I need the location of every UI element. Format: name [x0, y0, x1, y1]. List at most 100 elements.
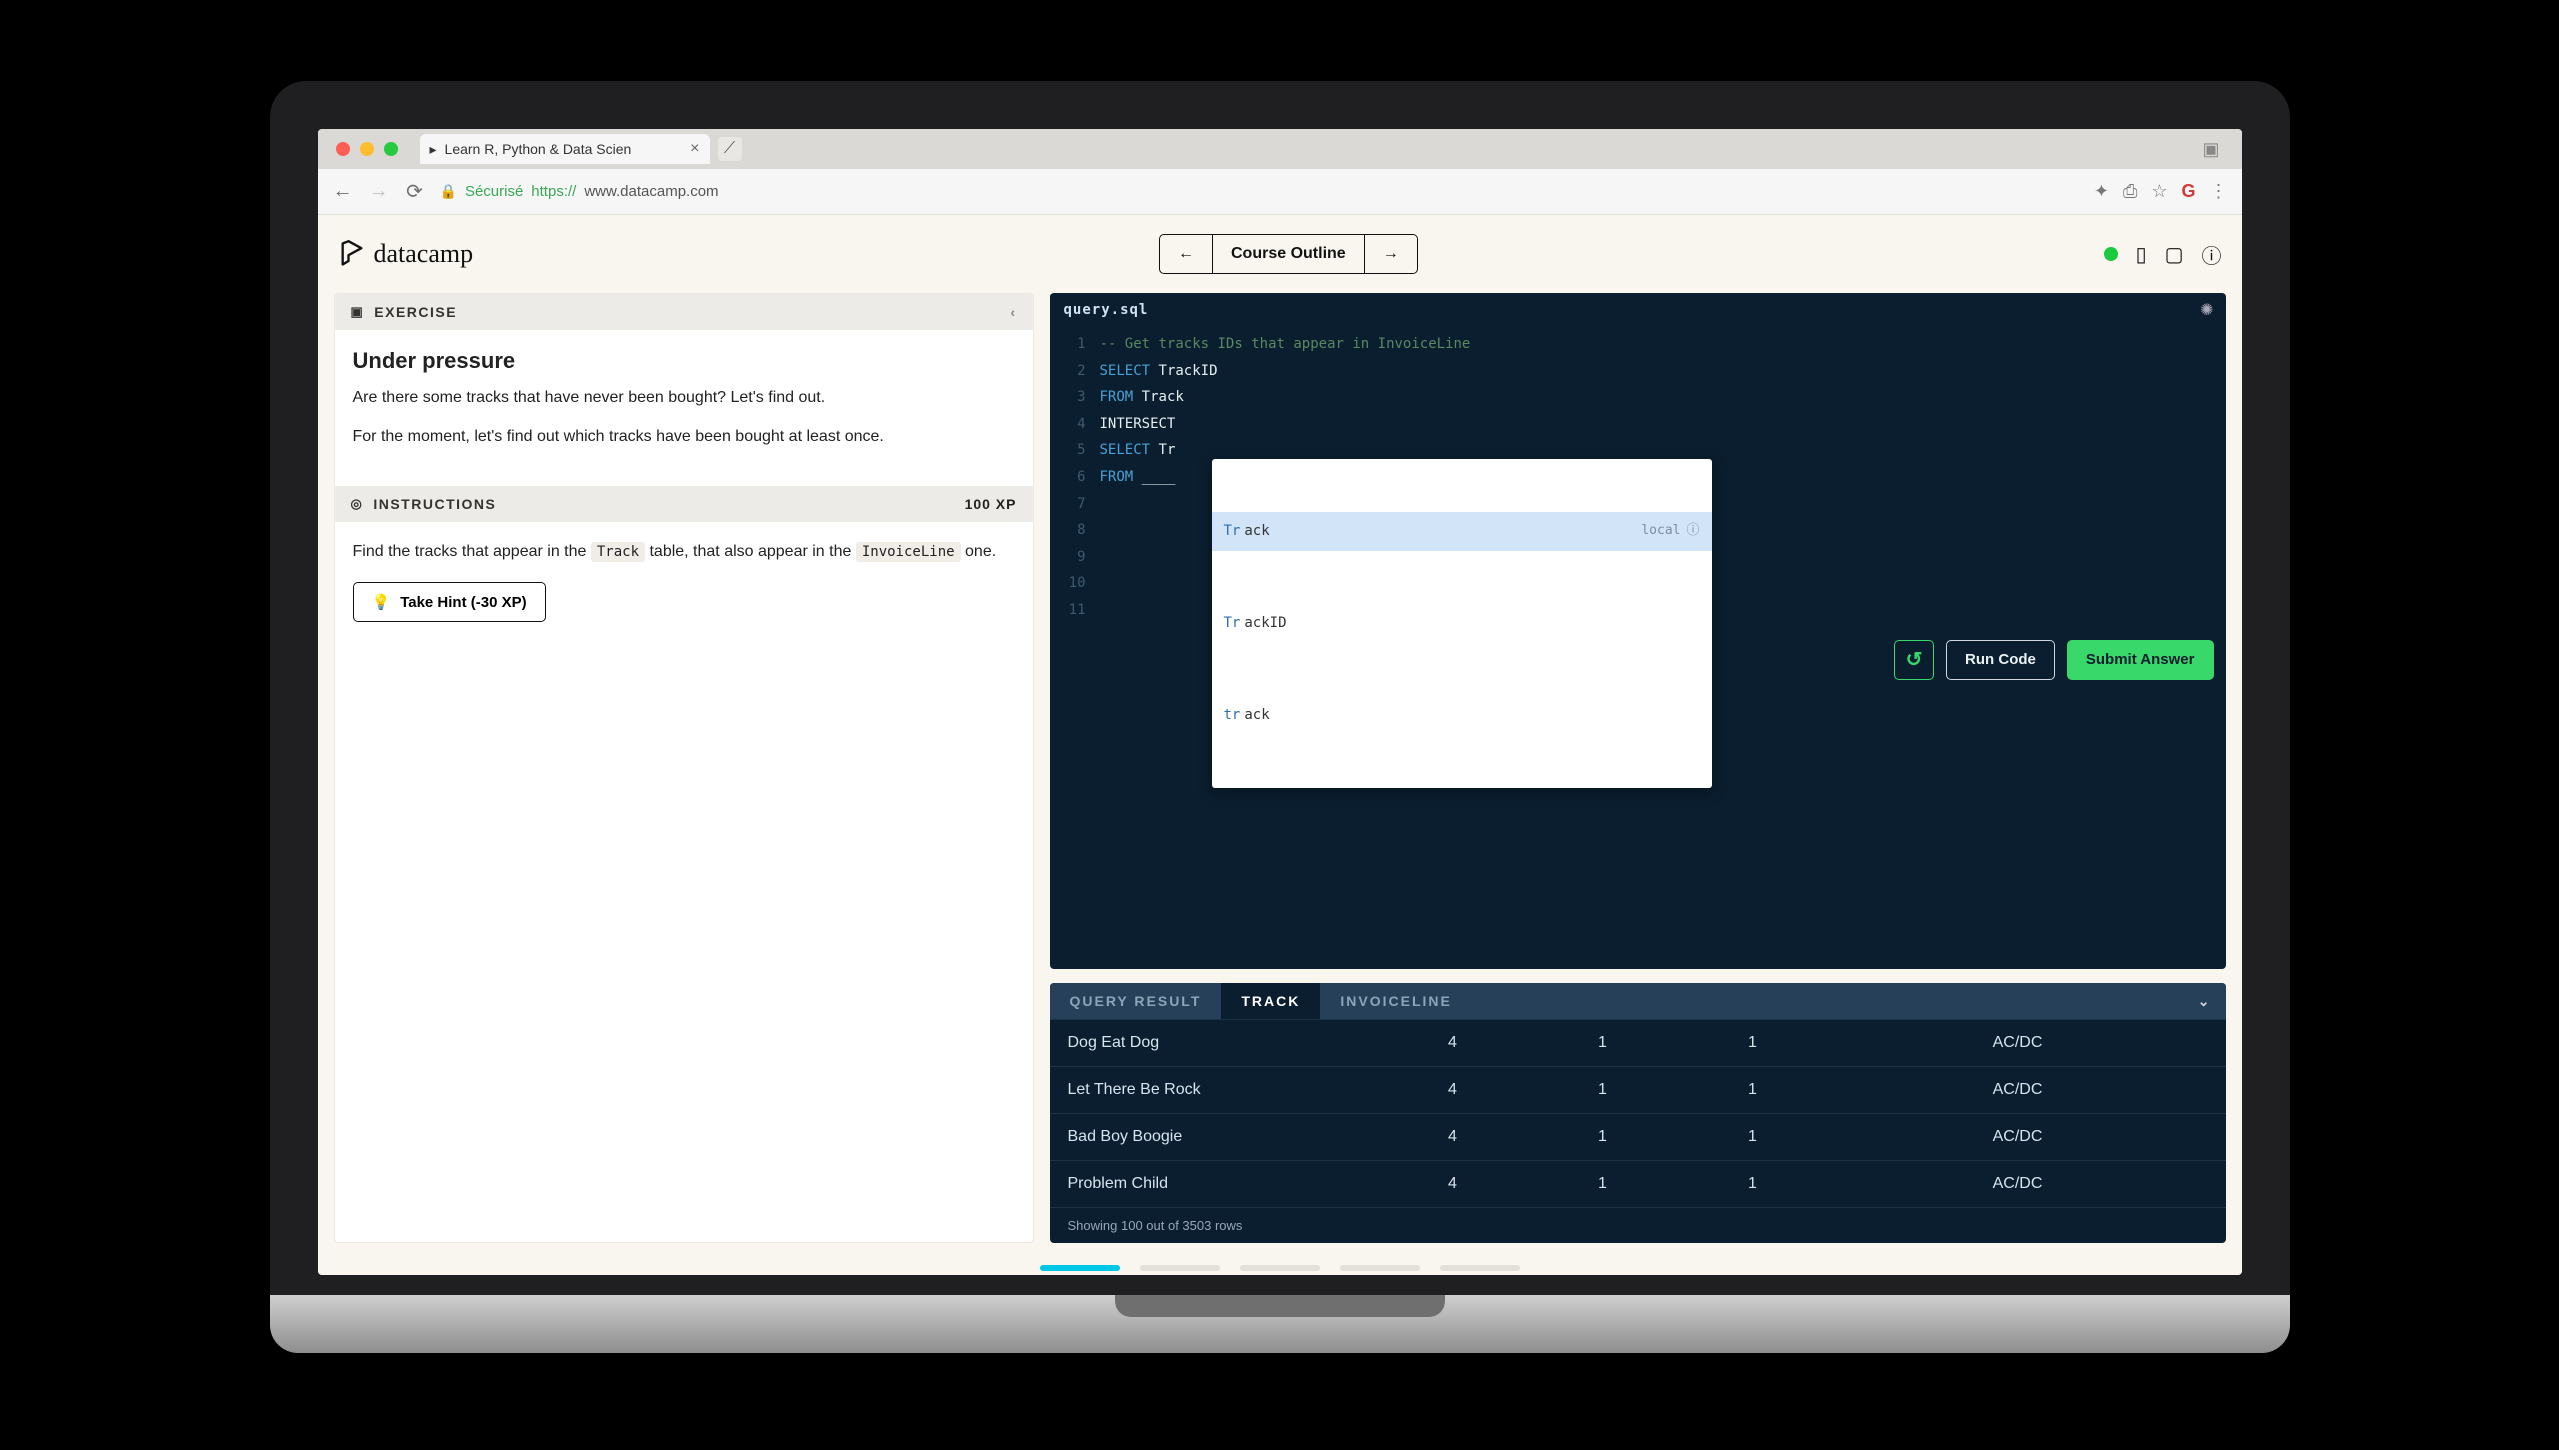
- submit-answer-button[interactable]: Submit Answer: [2067, 640, 2214, 680]
- code-id: ____: [1142, 469, 1176, 485]
- browser-tab-bar: ▸ Learn R, Python & Data Scien × ⟋ ▣: [318, 129, 2242, 169]
- tab-invoiceline[interactable]: INVOICELINE: [1320, 983, 1471, 1019]
- code-kw: SELECT: [1100, 442, 1151, 458]
- lock-icon: 🔒: [440, 183, 457, 200]
- course-progress: [318, 1265, 2242, 1275]
- course-outline-nav: ← Course Outline →: [1159, 234, 1418, 274]
- editor-settings-icon[interactable]: ✺: [2188, 293, 2225, 328]
- progress-segment[interactable]: [1340, 1265, 1420, 1271]
- cell: 4: [1378, 1034, 1528, 1052]
- line-number: 9: [1050, 544, 1086, 571]
- course-next-button[interactable]: →: [1365, 235, 1417, 273]
- address-bar[interactable]: 🔒 Sécurisé https://www.datacamp.com: [440, 183, 719, 200]
- expand-results-icon[interactable]: ⌄: [2184, 993, 2226, 1010]
- line-number: 5: [1050, 437, 1086, 464]
- autocomplete-item[interactable]: Track local ⓘ: [1212, 512, 1712, 551]
- back-icon[interactable]: ←: [332, 180, 354, 203]
- extension-icon[interactable]: ✦: [2094, 181, 2109, 202]
- instructions-header-label: INSTRUCTIONS: [373, 496, 496, 512]
- autocomplete-popup[interactable]: Track local ⓘ TrackID track: [1212, 459, 1712, 788]
- close-tab-icon[interactable]: ×: [690, 140, 699, 158]
- progress-segment[interactable]: [1240, 1265, 1320, 1271]
- status-dot-icon: [2104, 247, 2118, 261]
- results-label: query result: [1050, 983, 1222, 1019]
- cell: 1: [1528, 1081, 1678, 1099]
- bulb-icon: 💡: [372, 593, 391, 611]
- autocomplete-item[interactable]: TrackID: [1212, 604, 1712, 643]
- ac-rest: ackID: [1244, 610, 1286, 637]
- browser-tab[interactable]: ▸ Learn R, Python & Data Scien ×: [420, 134, 710, 164]
- cell: 1: [1678, 1081, 1828, 1099]
- forward-icon[interactable]: →: [368, 180, 390, 203]
- cell: 4: [1378, 1081, 1528, 1099]
- star-icon[interactable]: ☆: [2151, 181, 2167, 202]
- code-area[interactable]: 1 2 3 4 5 6 7 8 9 10: [1050, 327, 2226, 628]
- brand-logo[interactable]: datacamp: [338, 239, 474, 269]
- secure-label: Sécurisé: [465, 183, 523, 200]
- progress-segment[interactable]: [1140, 1265, 1220, 1271]
- progress-segment[interactable]: [1040, 1265, 1120, 1271]
- fullscreen-window-icon[interactable]: [384, 142, 398, 156]
- line-number: 2: [1050, 358, 1086, 385]
- line-number: 3: [1050, 384, 1086, 411]
- code-text[interactable]: -- Get tracks IDs that appear in Invoice…: [1100, 331, 2226, 624]
- app-root: datacamp ← Course Outline → ▯ ▢ ⓘ: [318, 215, 2242, 1275]
- url-text: www.datacamp.com: [584, 183, 718, 200]
- progress-segment[interactable]: [1440, 1265, 1520, 1271]
- ac-rest: ack: [1244, 702, 1269, 729]
- run-code-button[interactable]: Run Code: [1946, 640, 2055, 680]
- new-tab-button[interactable]: ⟋: [718, 137, 742, 161]
- tab-title: Learn R, Python & Data Scien: [445, 141, 632, 157]
- extension-g-icon[interactable]: G: [2181, 181, 2195, 202]
- code-id: Track: [1142, 389, 1184, 405]
- cell: 1: [1678, 1034, 1828, 1052]
- mobile-icon[interactable]: ▯: [2136, 242, 2147, 267]
- result-footer: Showing 100 out of 3503 rows: [1050, 1207, 2226, 1243]
- cell: 1: [1528, 1034, 1678, 1052]
- exercise-paragraph-1: Are there some tracks that have never be…: [353, 386, 1015, 411]
- info-icon[interactable]: ⓘ: [1686, 519, 1699, 544]
- xp-label: 100 XP: [965, 496, 1017, 512]
- instructions-text-c: one.: [965, 543, 996, 560]
- laptop-base: [270, 1295, 2290, 1353]
- code-editor[interactable]: query.sql ✺ 1 2 3 4 5 6: [1050, 293, 2226, 969]
- line-number: 8: [1050, 517, 1086, 544]
- line-number: 1: [1050, 331, 1086, 358]
- code-track: Track: [591, 542, 645, 562]
- ac-meta: local ⓘ: [1641, 519, 1699, 544]
- ac-match: Tr: [1224, 518, 1241, 545]
- line-gutter: 1 2 3 4 5 6 7 8 9 10: [1050, 331, 1100, 624]
- code-kw: SELECT: [1100, 363, 1151, 379]
- browser-toolbar: ← → ⟳ 🔒 Sécurisé https://www.datacamp.co…: [318, 169, 2242, 215]
- autocomplete-item[interactable]: track: [1212, 696, 1712, 735]
- info-icon[interactable]: ⓘ: [2202, 240, 2222, 269]
- course-outline-button[interactable]: Course Outline: [1213, 235, 1365, 273]
- line-number: 10: [1050, 570, 1086, 597]
- ac-rest: ack: [1244, 518, 1269, 545]
- key-icon[interactable]: ⎙: [2123, 181, 2137, 202]
- take-hint-button[interactable]: 💡 Take Hint (-30 XP): [353, 582, 546, 622]
- result-tab-bar: query result TRACK INVOICELINE ⌄: [1050, 983, 2226, 1019]
- minimize-window-icon[interactable]: [360, 142, 374, 156]
- cell: 4: [1378, 1128, 1528, 1146]
- code-invoiceline: InvoiceLine: [856, 542, 961, 562]
- table-row: Bad Boy Boogie 4 1 1 AC/DC: [1050, 1113, 2226, 1160]
- app-header: datacamp ← Course Outline → ▯ ▢ ⓘ: [318, 215, 2242, 293]
- instructions-body: Find the tracks that appear in the Track…: [335, 522, 1033, 641]
- table-row: Problem Child 4 1 1 AC/DC: [1050, 1160, 2226, 1207]
- course-prev-button[interactable]: ←: [1160, 235, 1213, 273]
- cast-icon[interactable]: ▣: [2202, 139, 2219, 160]
- reset-code-button[interactable]: ↺: [1894, 640, 1934, 680]
- editor-tab[interactable]: query.sql: [1050, 294, 1163, 326]
- video-icon[interactable]: ▢: [2165, 242, 2184, 267]
- collapse-left-icon[interactable]: ‹: [1010, 304, 1016, 320]
- ac-meta-label: local: [1641, 519, 1680, 544]
- tab-track[interactable]: TRACK: [1221, 983, 1320, 1019]
- line-number: 7: [1050, 491, 1086, 518]
- exercise-icon: ▣: [351, 304, 365, 320]
- menu-icon[interactable]: ⋮: [2210, 181, 2228, 202]
- code-id: TrackID: [1159, 363, 1218, 379]
- laptop-frame: ▸ Learn R, Python & Data Scien × ⟋ ▣ ← →…: [270, 81, 2290, 1369]
- close-window-icon[interactable]: [336, 142, 350, 156]
- reload-icon[interactable]: ⟳: [404, 179, 426, 204]
